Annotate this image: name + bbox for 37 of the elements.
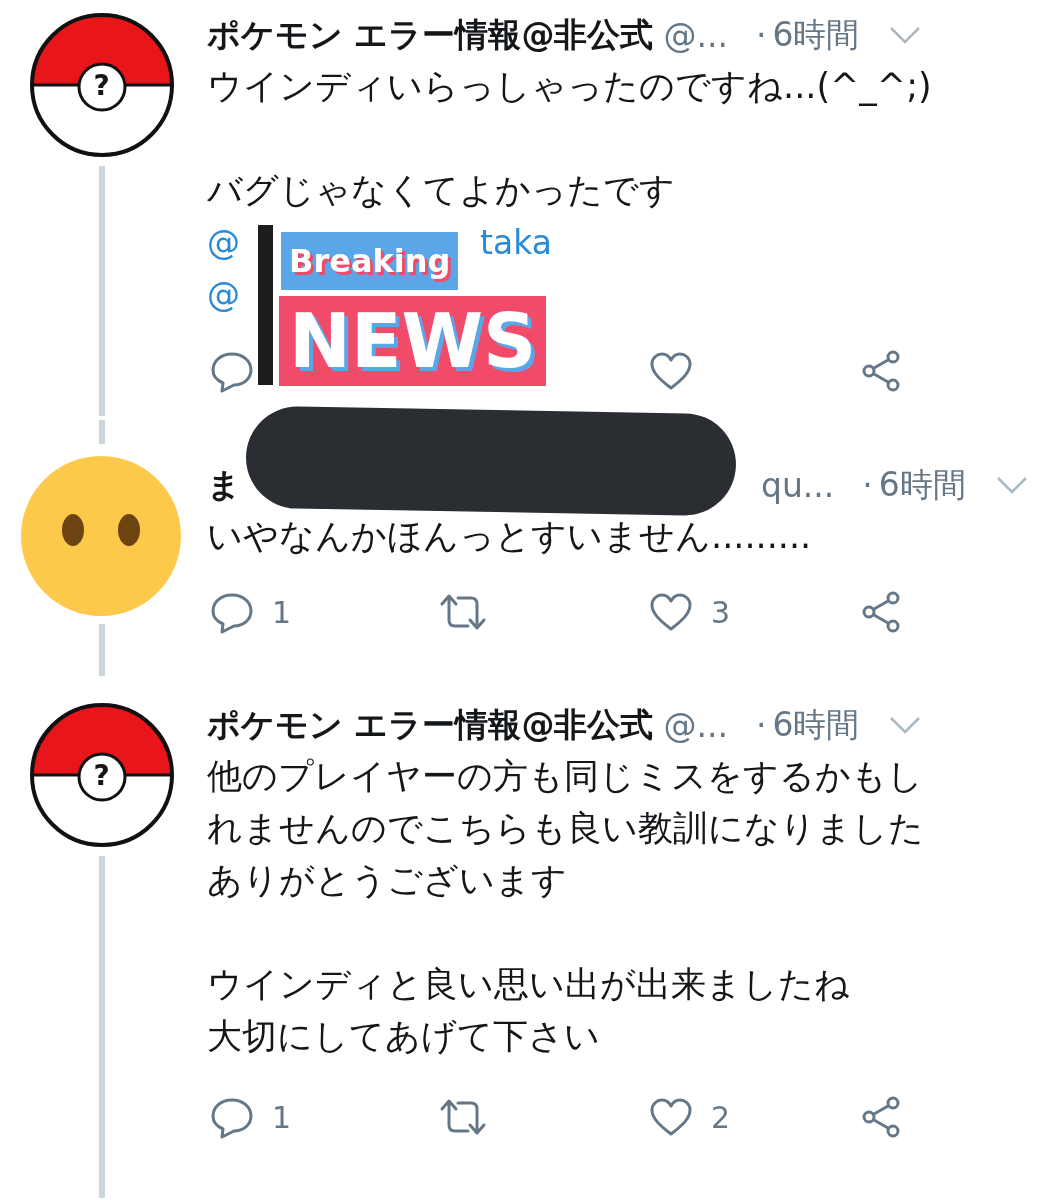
separator: · — [756, 15, 767, 55]
timestamp: 6時間 — [772, 13, 860, 56]
avatar[interactable]: ? — [28, 12, 175, 158]
tweet-text: ウインディいらっしゃったのですね...(^_^;) — [207, 65, 933, 108]
tweet-text: いやなんかほんっとすいません......... — [207, 515, 813, 558]
heart-icon[interactable] — [649, 1097, 693, 1137]
user-name[interactable]: ポケモン エラー情報@非公式 — [207, 702, 654, 748]
user-name[interactable]: ま — [207, 462, 241, 508]
separator: · — [756, 705, 767, 745]
timestamp: 6時間 — [878, 463, 966, 506]
separator: · — [862, 465, 873, 505]
mention-link[interactable]: @ — [207, 222, 240, 262]
mention-link[interactable]: @ — [207, 274, 240, 314]
tweet-text: 他のプレイヤーの方も同じミスをするかもし — [207, 755, 924, 798]
heart-icon[interactable] — [649, 592, 693, 632]
user-name[interactable]: ポケモン エラー情報@非公式 — [207, 12, 654, 58]
tweet-text: 大切にしてあげて下さい — [207, 1015, 601, 1058]
avatar[interactable]: ? — [28, 702, 175, 848]
action-count: 1 — [272, 594, 292, 630]
question-mark: ? — [92, 68, 111, 104]
sticker-label: NEWS — [279, 296, 547, 386]
user-handle: qu... — [761, 465, 835, 505]
sticker-label: Breaking — [281, 232, 459, 290]
action-count: 1 — [272, 1099, 292, 1135]
tweet-text: れませんのでこちらも良い教訓になりました — [207, 807, 925, 850]
action-count: 3 — [711, 594, 731, 630]
user-handle: @... — [663, 15, 728, 55]
question-mark: ? — [92, 758, 111, 794]
heart-icon[interactable] — [649, 351, 693, 391]
mention-link[interactable]: taka — [480, 222, 552, 262]
tweet-text: バグじゃなくてよかったです — [207, 169, 676, 212]
tweet-text: ウインディと良い思い出が出来ましたね — [207, 963, 851, 1006]
action-count: 2 — [711, 1099, 731, 1135]
timestamp: 6時間 — [772, 703, 860, 746]
user-handle: @... — [663, 705, 728, 745]
avatar[interactable] — [21, 456, 181, 616]
tweet-text: ありがとうございます — [207, 859, 568, 902]
